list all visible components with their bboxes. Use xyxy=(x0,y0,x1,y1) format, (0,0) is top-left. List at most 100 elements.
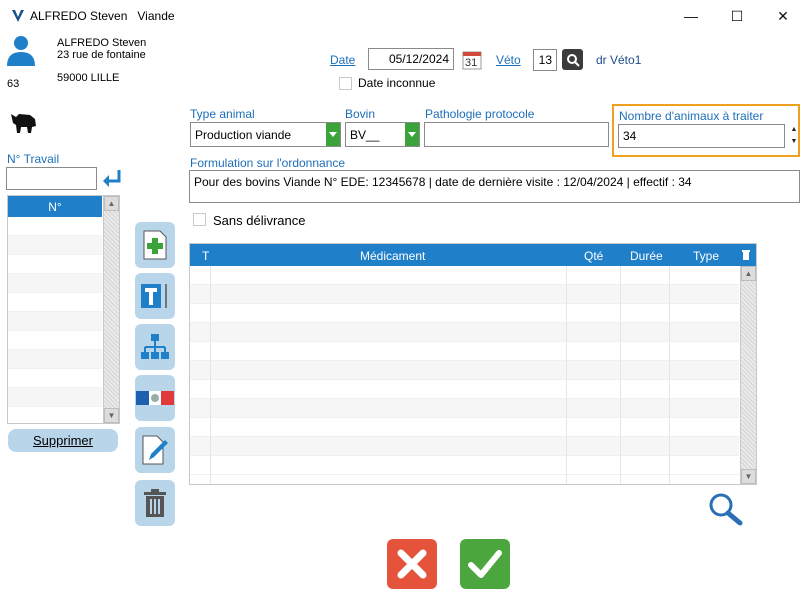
work-number-input[interactable] xyxy=(6,167,97,190)
list-item[interactable] xyxy=(8,236,102,255)
column-duration[interactable]: Durée xyxy=(630,249,663,263)
column-type[interactable]: Type xyxy=(693,249,719,263)
veto-label: Véto xyxy=(496,53,521,67)
trash-button[interactable] xyxy=(135,480,175,526)
animal-type-select[interactable]: Production viande xyxy=(190,122,341,147)
table-row[interactable] xyxy=(190,304,739,323)
client-city: 59000 LILLE xyxy=(57,72,120,84)
minimize-button[interactable]: — xyxy=(668,0,714,32)
work-number-column-header[interactable]: N° xyxy=(8,196,102,217)
work-list-scrollbar[interactable]: ▲ ▼ xyxy=(103,196,119,423)
scroll-down-icon[interactable]: ▼ xyxy=(104,408,119,423)
table-row[interactable] xyxy=(190,342,739,361)
date-input[interactable]: 05/12/2024 xyxy=(368,48,454,70)
app-logo-icon xyxy=(12,10,24,22)
clear-grid-icon[interactable] xyxy=(741,248,751,261)
text-format-icon xyxy=(141,284,167,308)
table-row[interactable] xyxy=(190,418,739,437)
table-row[interactable] xyxy=(190,323,739,342)
chevron-down-icon xyxy=(326,123,340,146)
veto-input[interactable]: 13 xyxy=(533,49,557,71)
work-number-rows xyxy=(8,217,102,407)
list-item[interactable] xyxy=(8,293,102,312)
checkmark-icon xyxy=(468,550,502,578)
column-medicament[interactable]: Médicament xyxy=(360,249,425,263)
calendar-button[interactable]: 31 xyxy=(461,49,483,71)
hierarchy-button[interactable] xyxy=(135,324,175,370)
veto-search-button[interactable] xyxy=(562,49,583,70)
window-title-section: Viande xyxy=(137,9,175,23)
text-edit-button[interactable] xyxy=(135,273,175,319)
pathology-label: Pathologie protocole xyxy=(425,107,535,121)
list-item[interactable] xyxy=(8,331,102,350)
table-row[interactable] xyxy=(190,380,739,399)
scroll-up-icon[interactable]: ▲ xyxy=(741,266,756,281)
cow-icon xyxy=(11,114,36,133)
medication-grid[interactable]: T Médicament Qté Durée Type ▲ ▼ xyxy=(189,243,757,485)
animal-count-label: Nombre d'animaux à traiter xyxy=(619,109,764,123)
table-row[interactable] xyxy=(190,266,739,285)
column-divider xyxy=(210,266,211,484)
no-delivery-checkbox[interactable] xyxy=(193,213,206,226)
species-label: Bovin xyxy=(345,107,376,121)
delete-button[interactable]: Supprimer xyxy=(8,429,118,452)
window-title-name: ALFREDO Steven xyxy=(30,9,128,23)
table-row[interactable] xyxy=(190,437,739,456)
french-republic-icon xyxy=(136,391,174,405)
edit-document-button[interactable] xyxy=(135,427,175,473)
client-address: 23 rue de fontaine xyxy=(57,49,146,61)
work-number-label: N° Travail xyxy=(7,152,60,166)
close-window-button[interactable]: ✕ xyxy=(760,0,806,32)
column-quantity[interactable]: Qté xyxy=(584,249,603,263)
calendar-day: 31 xyxy=(465,57,478,69)
list-item[interactable] xyxy=(8,388,102,407)
prescription-document-icon xyxy=(143,230,167,260)
table-row[interactable] xyxy=(190,399,739,418)
client-number: 63 xyxy=(7,78,20,90)
column-divider xyxy=(669,266,670,484)
list-item[interactable] xyxy=(8,369,102,388)
search-icon xyxy=(566,53,580,67)
list-item[interactable] xyxy=(8,217,102,236)
table-row[interactable] xyxy=(190,285,739,304)
unknown-date-checkbox[interactable] xyxy=(339,77,352,90)
species-select[interactable]: BV__ xyxy=(345,122,420,147)
hierarchy-icon xyxy=(141,334,169,359)
cancel-x-icon xyxy=(397,549,427,579)
window-title: ALFREDO Steven Viande xyxy=(30,9,175,23)
animal-count-input[interactable]: 34 xyxy=(618,124,785,148)
column-divider xyxy=(566,266,567,484)
official-button[interactable] xyxy=(135,375,175,421)
title-bar: ALFREDO Steven Viande — ☐ ✕ xyxy=(0,0,808,32)
cancel-button[interactable] xyxy=(387,539,437,589)
work-number-list[interactable]: N° ▲ ▼ xyxy=(7,195,120,424)
scroll-up-icon[interactable]: ▲ xyxy=(104,196,119,211)
date-label: Date xyxy=(330,53,356,67)
trash-icon xyxy=(144,489,166,517)
chevron-down-icon xyxy=(405,123,419,146)
pathology-input[interactable] xyxy=(424,122,609,147)
maximize-button[interactable]: ☐ xyxy=(714,0,760,32)
ok-button[interactable] xyxy=(460,539,510,589)
unknown-date-label: Date inconnue xyxy=(358,76,436,90)
vet-name: dr Véto1 xyxy=(596,53,642,67)
medication-grid-header: T Médicament Qté Durée Type xyxy=(190,244,756,266)
medication-grid-scrollbar[interactable]: ▲ ▼ xyxy=(740,266,756,484)
table-row[interactable] xyxy=(190,361,739,380)
list-item[interactable] xyxy=(8,312,102,331)
work-number-column-label: N° xyxy=(48,199,62,214)
list-item[interactable] xyxy=(8,350,102,369)
no-delivery-label: Sans délivrance xyxy=(213,213,306,228)
formulation-textarea[interactable]: Pour des bovins Viande N° EDE: 12345678 … xyxy=(189,170,800,203)
column-type-code[interactable]: T xyxy=(202,249,209,263)
formulation-label: Formulation sur l'ordonnance xyxy=(190,156,346,170)
prescription-button[interactable] xyxy=(135,222,175,268)
scroll-down-icon[interactable]: ▼ xyxy=(741,469,756,484)
list-item[interactable] xyxy=(8,274,102,293)
list-item[interactable] xyxy=(8,255,102,274)
zoom-search-icon[interactable] xyxy=(708,492,744,526)
enter-arrow-icon[interactable] xyxy=(101,167,123,189)
animal-count-spinner[interactable]: ▲ ▼ xyxy=(788,124,800,148)
animal-type-label: Type animal xyxy=(190,107,255,121)
table-row[interactable] xyxy=(190,456,739,475)
